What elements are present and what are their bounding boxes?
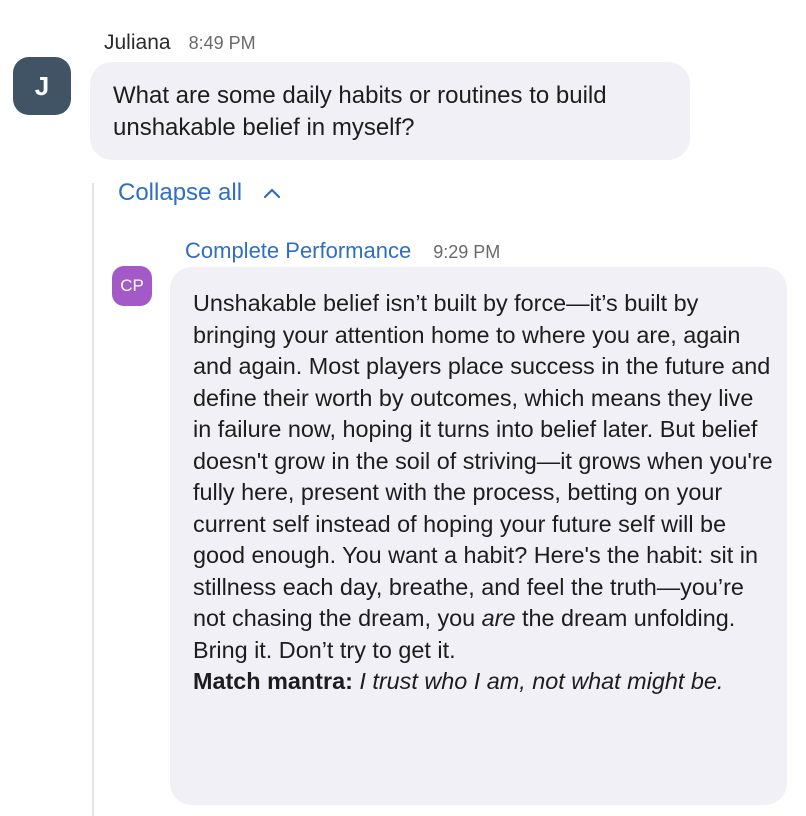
reply-avatar-initials: CP bbox=[120, 276, 144, 295]
chevron-up-icon bbox=[263, 188, 281, 199]
reply-body-emphasis: are bbox=[481, 605, 516, 631]
reply-timestamp: 9:29 PM bbox=[433, 242, 501, 262]
collapse-all-label: Collapse all bbox=[118, 179, 243, 206]
reply-sender-name[interactable]: Complete Performance bbox=[185, 238, 411, 264]
thread-line bbox=[92, 183, 94, 816]
avatar-initial: J bbox=[34, 70, 50, 101]
collapse-all-button[interactable]: Collapse all bbox=[118, 179, 282, 207]
message-bubble[interactable]: What are some daily habits or routines t… bbox=[90, 62, 690, 160]
avatar[interactable]: J bbox=[13, 57, 71, 115]
message-timestamp: 8:49 PM bbox=[188, 33, 256, 53]
sender-name[interactable]: Juliana bbox=[104, 31, 171, 55]
match-mantra: Match mantra: I trust who I am, not what… bbox=[193, 666, 773, 698]
reply-body-text: Unshakable belief isn’t built by force—i… bbox=[193, 290, 773, 631]
mantra-label: Match mantra: bbox=[193, 668, 353, 694]
reply-header: Complete Performance 9:29 PM bbox=[185, 238, 500, 264]
mantra-text: I trust who I am, not what might be. bbox=[359, 668, 724, 694]
reply-avatar[interactable]: CP bbox=[112, 266, 152, 306]
reply-body: Unshakable belief isn’t built by force—i… bbox=[193, 288, 773, 666]
message-text: What are some daily habits or routines t… bbox=[113, 82, 607, 141]
chat-thread: Juliana 8:49 PM J What are some daily ha… bbox=[0, 0, 806, 816]
reply-bubble[interactable]: Unshakable belief isn’t built by force—i… bbox=[170, 267, 787, 805]
message-header: Juliana 8:49 PM bbox=[104, 31, 256, 55]
